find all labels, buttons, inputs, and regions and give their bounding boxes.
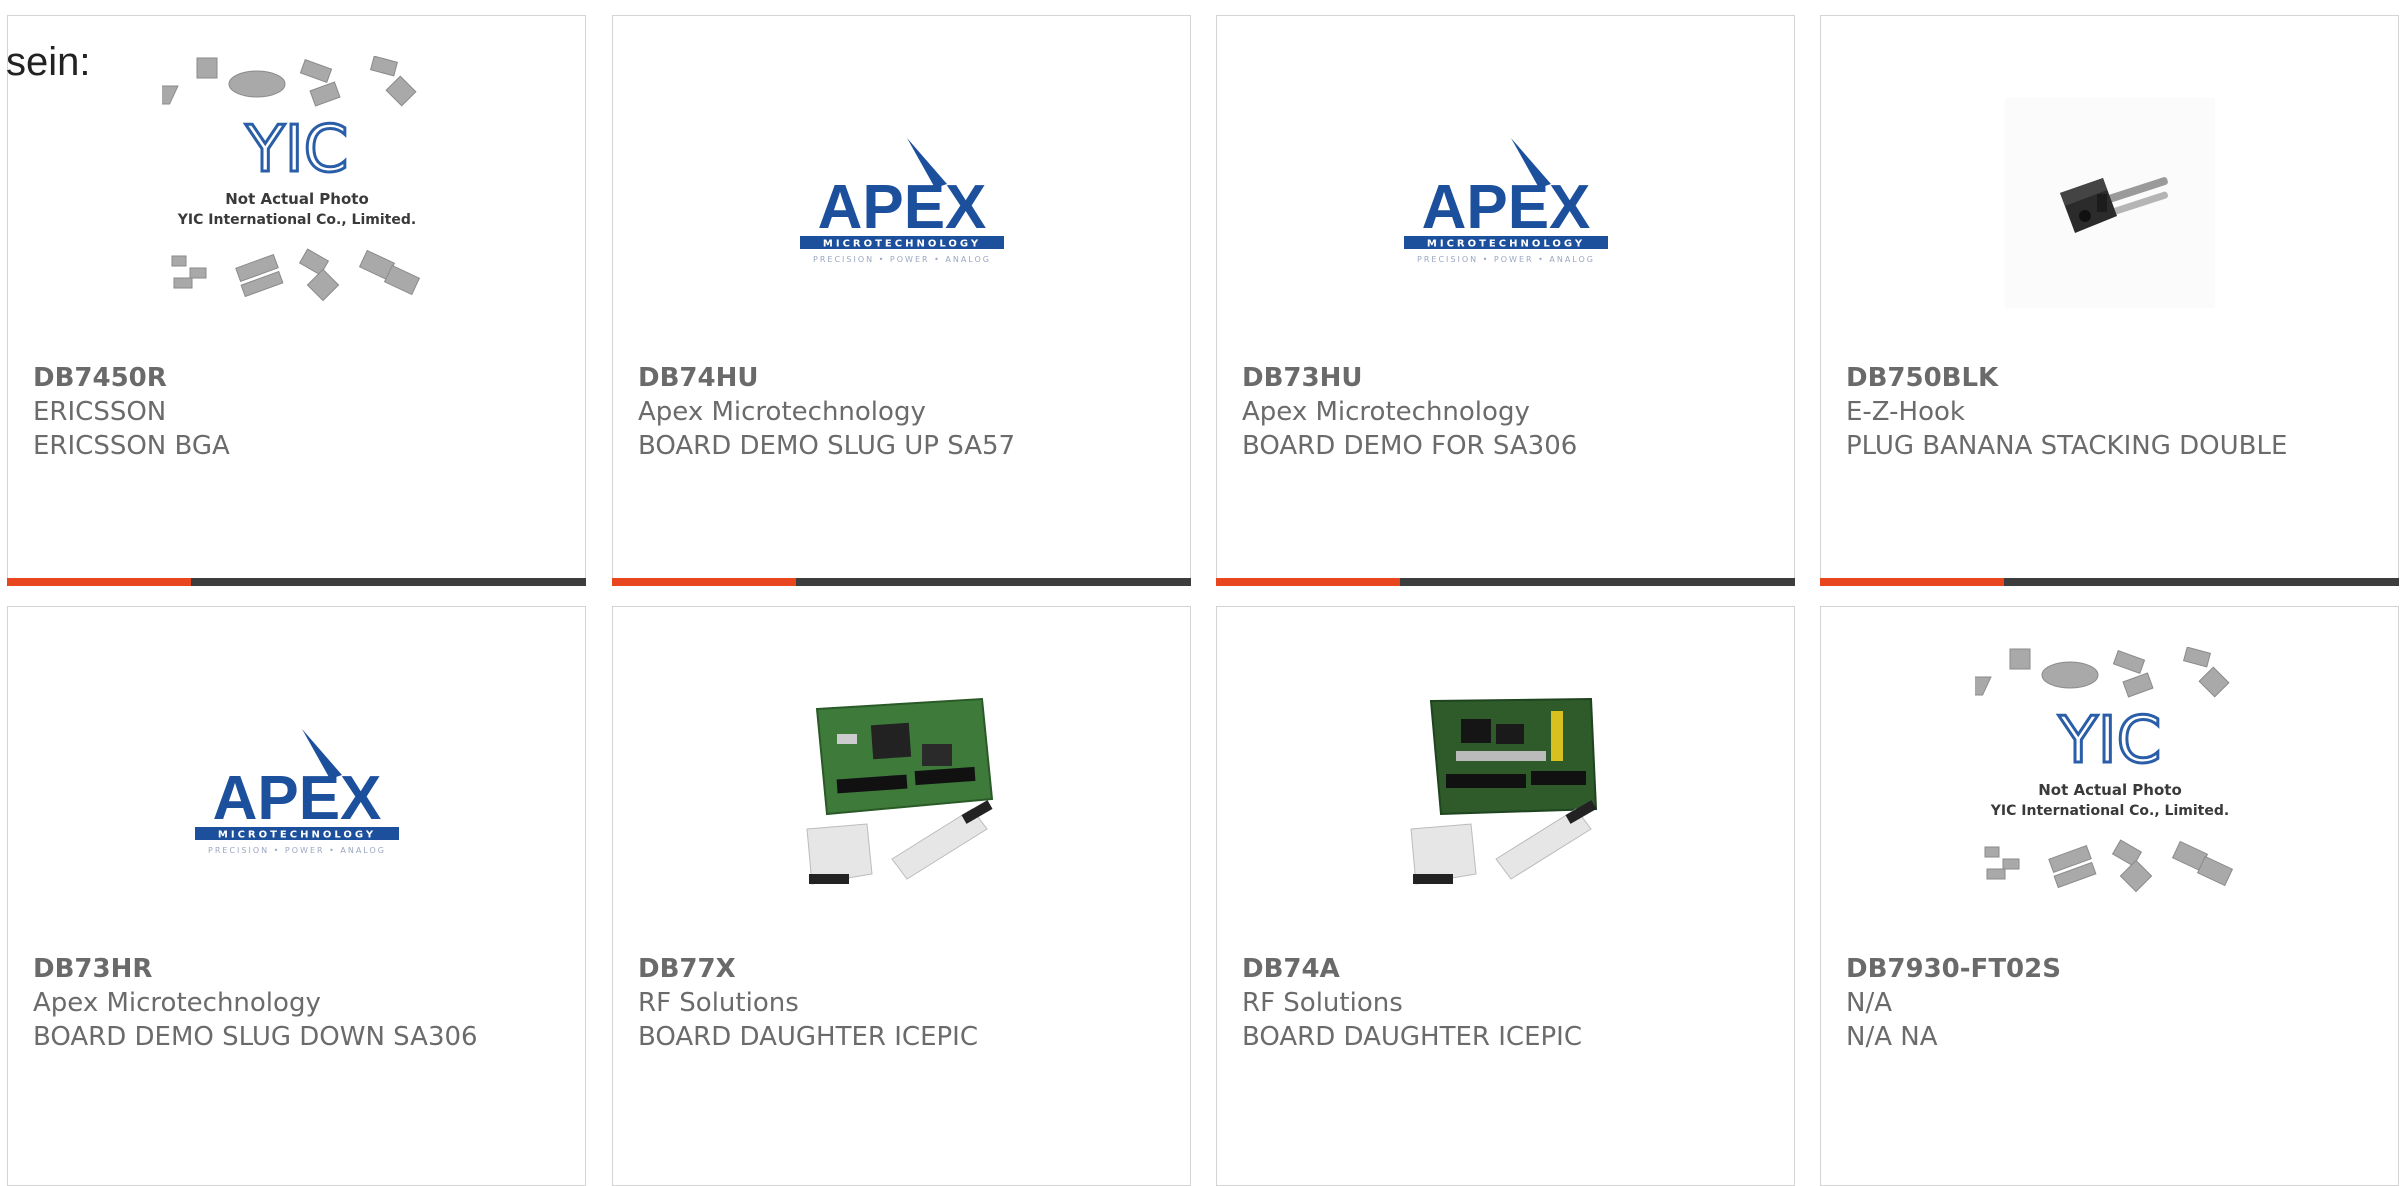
product-info: DB73HU Apex Microtechnology BOARD DEMO F… [1242,361,1774,463]
svg-text:APEX: APEX [212,764,381,833]
part-number[interactable]: DB73HU [1242,361,1774,395]
product-info: DB73HR Apex Microtechnology BOARD DEMO S… [33,952,565,1054]
description: ERICSSON BGA [33,431,230,461]
product-image: APEX MICROTECHNOLOGY PRECISION • POWER •… [8,647,585,957]
placeholder-photo: YIC Not Actual Photo YIC International C… [1974,647,2233,893]
description: BOARD DAUGHTER ICEPIC [1242,1022,1582,1052]
description: PLUG BANANA STACKING DOUBLE [1846,431,2288,461]
product-info: DB750BLK E-Z-Hook PLUG BANANA STACKING D… [1846,361,2378,463]
part-number[interactable]: DB77X [638,952,1170,986]
svg-text:APEX: APEX [1421,173,1590,242]
manufacturer: E-Z-Hook [1846,397,1965,427]
manufacturer: Apex Microtechnology [638,397,926,427]
svg-text:YIC International Co., Limited: YIC International Co., Limited. [1989,803,2228,819]
part-number[interactable]: DB750BLK [1846,361,2378,395]
placeholder-photo: YIC Not Actual Photo YIC International C… [161,56,420,302]
product-card-db74a[interactable]: DB74A RF Solutions BOARD DAUGHTER ICEPIC [1216,606,1795,1186]
apex-logo: APEX MICROTECHNOLOGY PRECISION • POWER •… [1403,138,1608,264]
description: BOARD DAUGHTER ICEPIC [638,1022,978,1052]
apex-logo: APEX MICROTECHNOLOGY PRECISION • POWER •… [799,138,1004,264]
card-accent-bar [612,578,1191,586]
part-number[interactable]: DB74A [1242,952,1774,986]
banana-plug-photo [2004,98,2215,308]
description: BOARD DEMO SLUG DOWN SA306 [33,1022,478,1052]
svg-text:PRECISION • POWER • ANALOG: PRECISION • POWER • ANALOG [208,846,386,855]
svg-text:APEX: APEX [817,173,986,242]
svg-text:YIC: YIC [244,113,348,187]
svg-text:Not Actual Photo: Not Actual Photo [2038,781,2182,799]
description: N/A NA [1846,1022,1938,1052]
intro-text: sein: [6,40,91,84]
card-accent-bar [1820,578,2399,586]
part-number[interactable]: DB74HU [638,361,1170,395]
product-card-db750blk[interactable]: DB750BLK E-Z-Hook PLUG BANANA STACKING D… [1820,15,2399,586]
description: BOARD DEMO FOR SA306 [1242,431,1578,461]
product-image [1217,647,1794,957]
daughter-board-photo [805,697,993,885]
svg-text:YIC International Co., Limited: YIC International Co., Limited. [176,212,415,228]
manufacturer: ERICSSON [33,397,167,427]
card-accent-bar [7,578,586,586]
apex-logo: APEX MICROTECHNOLOGY PRECISION • POWER •… [194,729,399,855]
product-card-db7930-ft02s[interactable]: YIC Not Actual Photo YIC International C… [1820,606,2399,1186]
product-card-db74hu[interactable]: APEX MICROTECHNOLOGY PRECISION • POWER •… [612,15,1191,586]
svg-text:PRECISION • POWER • ANALOG: PRECISION • POWER • ANALOG [813,255,991,264]
product-card-db73hr[interactable]: APEX MICROTECHNOLOGY PRECISION • POWER •… [7,606,586,1186]
manufacturer: RF Solutions [638,988,799,1018]
product-info: DB77X RF Solutions BOARD DAUGHTER ICEPIC [638,952,1170,1054]
product-image: APEX MICROTECHNOLOGY PRECISION • POWER •… [1217,56,1794,366]
svg-text:MICROTECHNOLOGY: MICROTECHNOLOGY [217,830,375,841]
product-image: YIC Not Actual Photo YIC International C… [8,56,585,366]
product-info: DB7930-FT02S N/A N/A NA [1846,952,2378,1054]
svg-text:PRECISION • POWER • ANALOG: PRECISION • POWER • ANALOG [1417,255,1595,264]
product-info: DB7450R ERICSSON ERICSSON BGA [33,361,565,463]
product-info: DB74A RF Solutions BOARD DAUGHTER ICEPIC [1242,952,1774,1054]
product-card-db77x[interactable]: DB77X RF Solutions BOARD DAUGHTER ICEPIC [612,606,1191,1186]
part-number[interactable]: DB7930-FT02S [1846,952,2378,986]
card-accent-bar [1216,578,1795,586]
part-number[interactable]: DB73HR [33,952,565,986]
svg-text:Not Actual Photo: Not Actual Photo [225,190,369,208]
svg-text:MICROTECHNOLOGY: MICROTECHNOLOGY [822,239,980,250]
part-number[interactable]: DB7450R [33,361,565,395]
product-card-db73hu[interactable]: APEX MICROTECHNOLOGY PRECISION • POWER •… [1216,15,1795,586]
manufacturer: Apex Microtechnology [1242,397,1530,427]
svg-text:YIC: YIC [2057,704,2161,778]
manufacturer: RF Solutions [1242,988,1403,1018]
product-info: DB74HU Apex Microtechnology BOARD DEMO S… [638,361,1170,463]
daughter-board-photo [1409,697,1597,885]
product-image: APEX MICROTECHNOLOGY PRECISION • POWER •… [613,56,1190,366]
manufacturer: Apex Microtechnology [33,988,321,1018]
product-card-db7450r[interactable]: YIC Not Actual Photo YIC International C… [7,15,586,586]
product-image [613,647,1190,957]
description: BOARD DEMO SLUG UP SA57 [638,431,1016,461]
product-image: YIC Not Actual Photo YIC International C… [1821,647,2398,957]
manufacturer: N/A [1846,988,1892,1018]
svg-text:MICROTECHNOLOGY: MICROTECHNOLOGY [1426,239,1584,250]
product-image [1821,56,2398,366]
